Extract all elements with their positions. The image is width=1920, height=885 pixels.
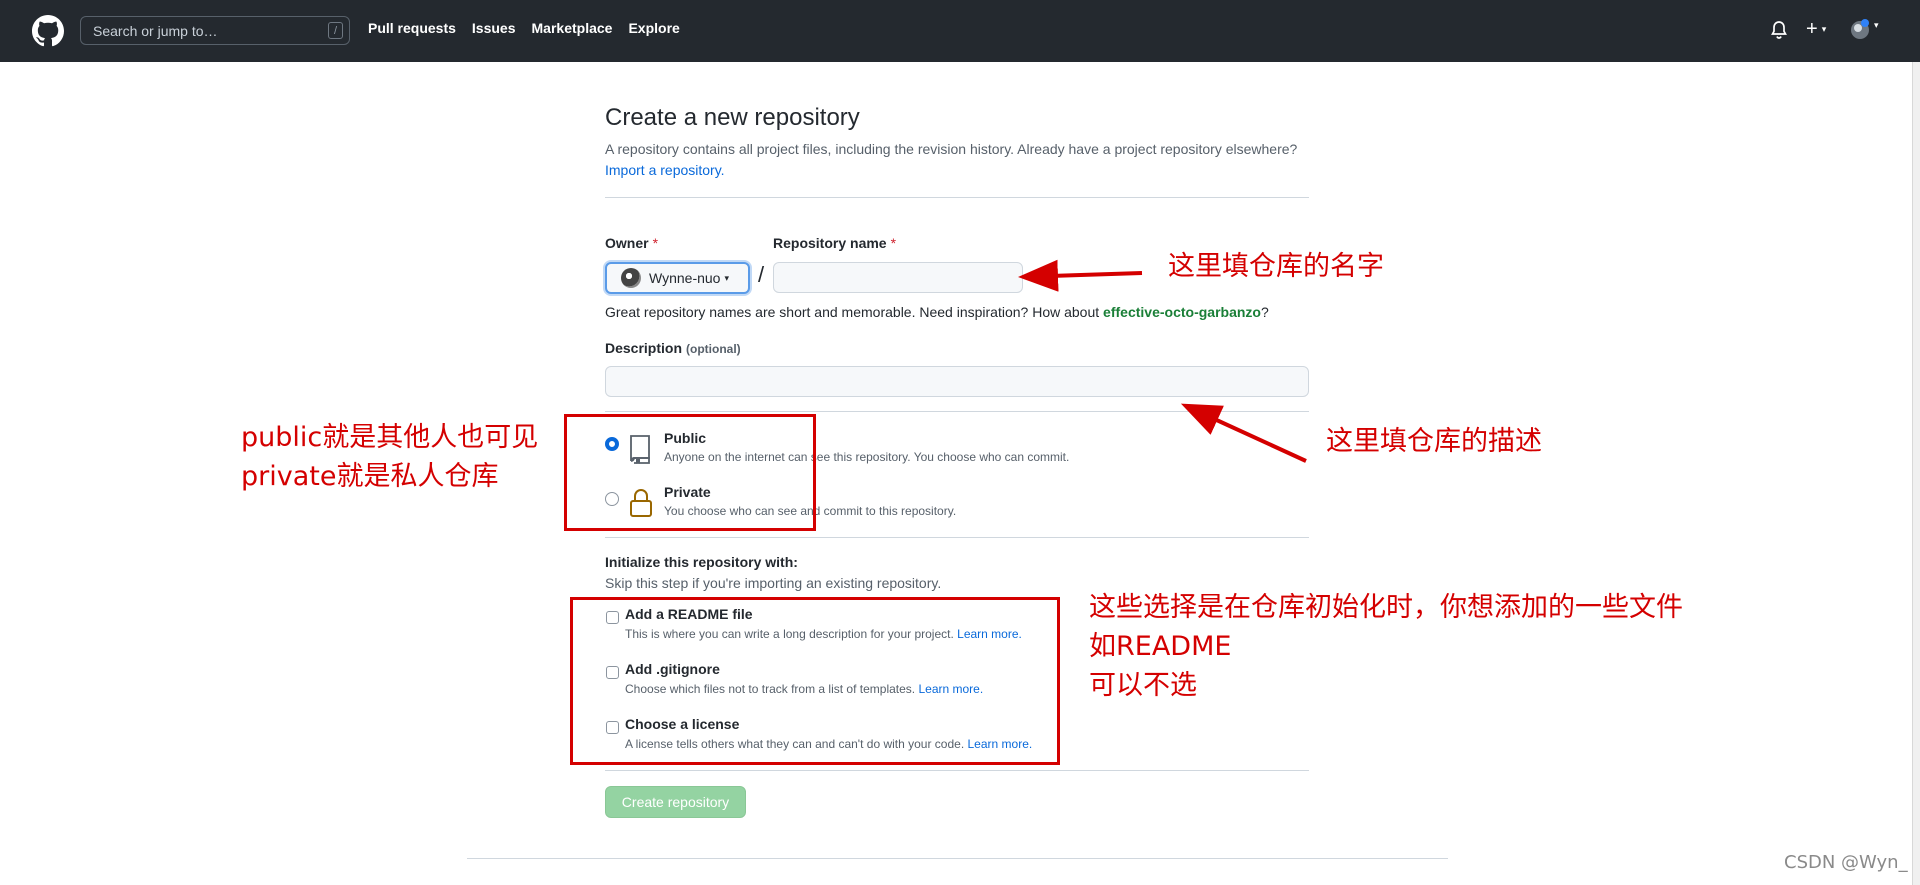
- search-box[interactable]: /: [80, 16, 350, 45]
- nav-pull-requests[interactable]: Pull requests: [368, 20, 456, 36]
- search-input[interactable]: [81, 17, 323, 44]
- arrow-to-description: [1180, 403, 1307, 463]
- chevron-down-icon: ▾: [724, 272, 730, 283]
- required-mark: *: [652, 235, 659, 251]
- top-header: / Pull requests Issues Marketplace Explo…: [0, 0, 1920, 62]
- owner-repo-separator: /: [758, 262, 765, 287]
- optional-tag: (optional): [686, 342, 741, 356]
- divider: [605, 770, 1309, 771]
- suggested-name-link[interactable]: effective-octo-garbanzo: [1103, 304, 1261, 320]
- description-input[interactable]: [605, 366, 1309, 397]
- visibility-highlight-box: [564, 414, 816, 531]
- owner-label: Owner *: [605, 235, 659, 251]
- create-new-menu[interactable]: + ▾: [1806, 18, 1836, 42]
- repo-name-annotation: 这里填仓库的名字: [1168, 251, 1384, 282]
- repo-name-hint: Great repository names are short and mem…: [605, 304, 1269, 320]
- required-mark: *: [890, 235, 897, 251]
- search-shortcut-key: /: [328, 22, 343, 39]
- github-logo-icon[interactable]: [32, 15, 64, 47]
- init-options-annotation: 这些选择是在仓库初始化时，你想添加的一些文件 如README 可以不选: [1089, 592, 1683, 701]
- owner-value: Wynne-nuo: [649, 270, 721, 286]
- divider: [605, 537, 1309, 538]
- owner-select-button[interactable]: Wynne-nuo ▾: [605, 262, 750, 294]
- description-label: Description (optional): [605, 340, 741, 356]
- nav-explore[interactable]: Explore: [628, 20, 679, 36]
- create-repository-button[interactable]: Create repository: [605, 786, 746, 818]
- repo-name-label: Repository name *: [773, 235, 897, 251]
- repository-name-input[interactable]: [773, 262, 1023, 293]
- divider: [605, 197, 1309, 198]
- import-repository-link[interactable]: Import a repository.: [605, 160, 725, 181]
- nav-marketplace[interactable]: Marketplace: [532, 20, 613, 36]
- user-avatar-icon: [1851, 19, 1869, 39]
- init-section-title: Initialize this repository with:: [605, 554, 798, 570]
- footer-divider: [467, 858, 1448, 859]
- init-section-subtitle: Skip this step if you're importing an ex…: [605, 575, 942, 591]
- page-title: Create a new repository: [605, 104, 860, 131]
- user-menu[interactable]: ▾: [1850, 18, 1884, 42]
- nav-issues[interactable]: Issues: [472, 20, 516, 36]
- arrow-to-repo-name: [1018, 259, 1143, 292]
- plus-icon: +: [1806, 18, 1818, 40]
- main-nav: Pull requests Issues Marketplace Explore: [368, 20, 680, 36]
- page-subtitle: A repository contains all project files,…: [605, 141, 1298, 157]
- visibility-annotation: public就是其他人也可见 private就是私人仓库: [241, 422, 539, 492]
- divider: [605, 411, 1309, 412]
- notification-bell-icon[interactable]: [1770, 18, 1788, 42]
- chevron-down-icon: ▾: [1874, 20, 1879, 30]
- chevron-down-icon: ▾: [1821, 24, 1827, 34]
- init-options-highlight-box: [570, 597, 1060, 765]
- page-scrollbar[interactable]: [1912, 62, 1920, 885]
- watermark: CSDN @Wyn_: [1784, 852, 1908, 873]
- description-annotation: 这里填仓库的描述: [1326, 426, 1542, 457]
- owner-avatar: [621, 268, 641, 288]
